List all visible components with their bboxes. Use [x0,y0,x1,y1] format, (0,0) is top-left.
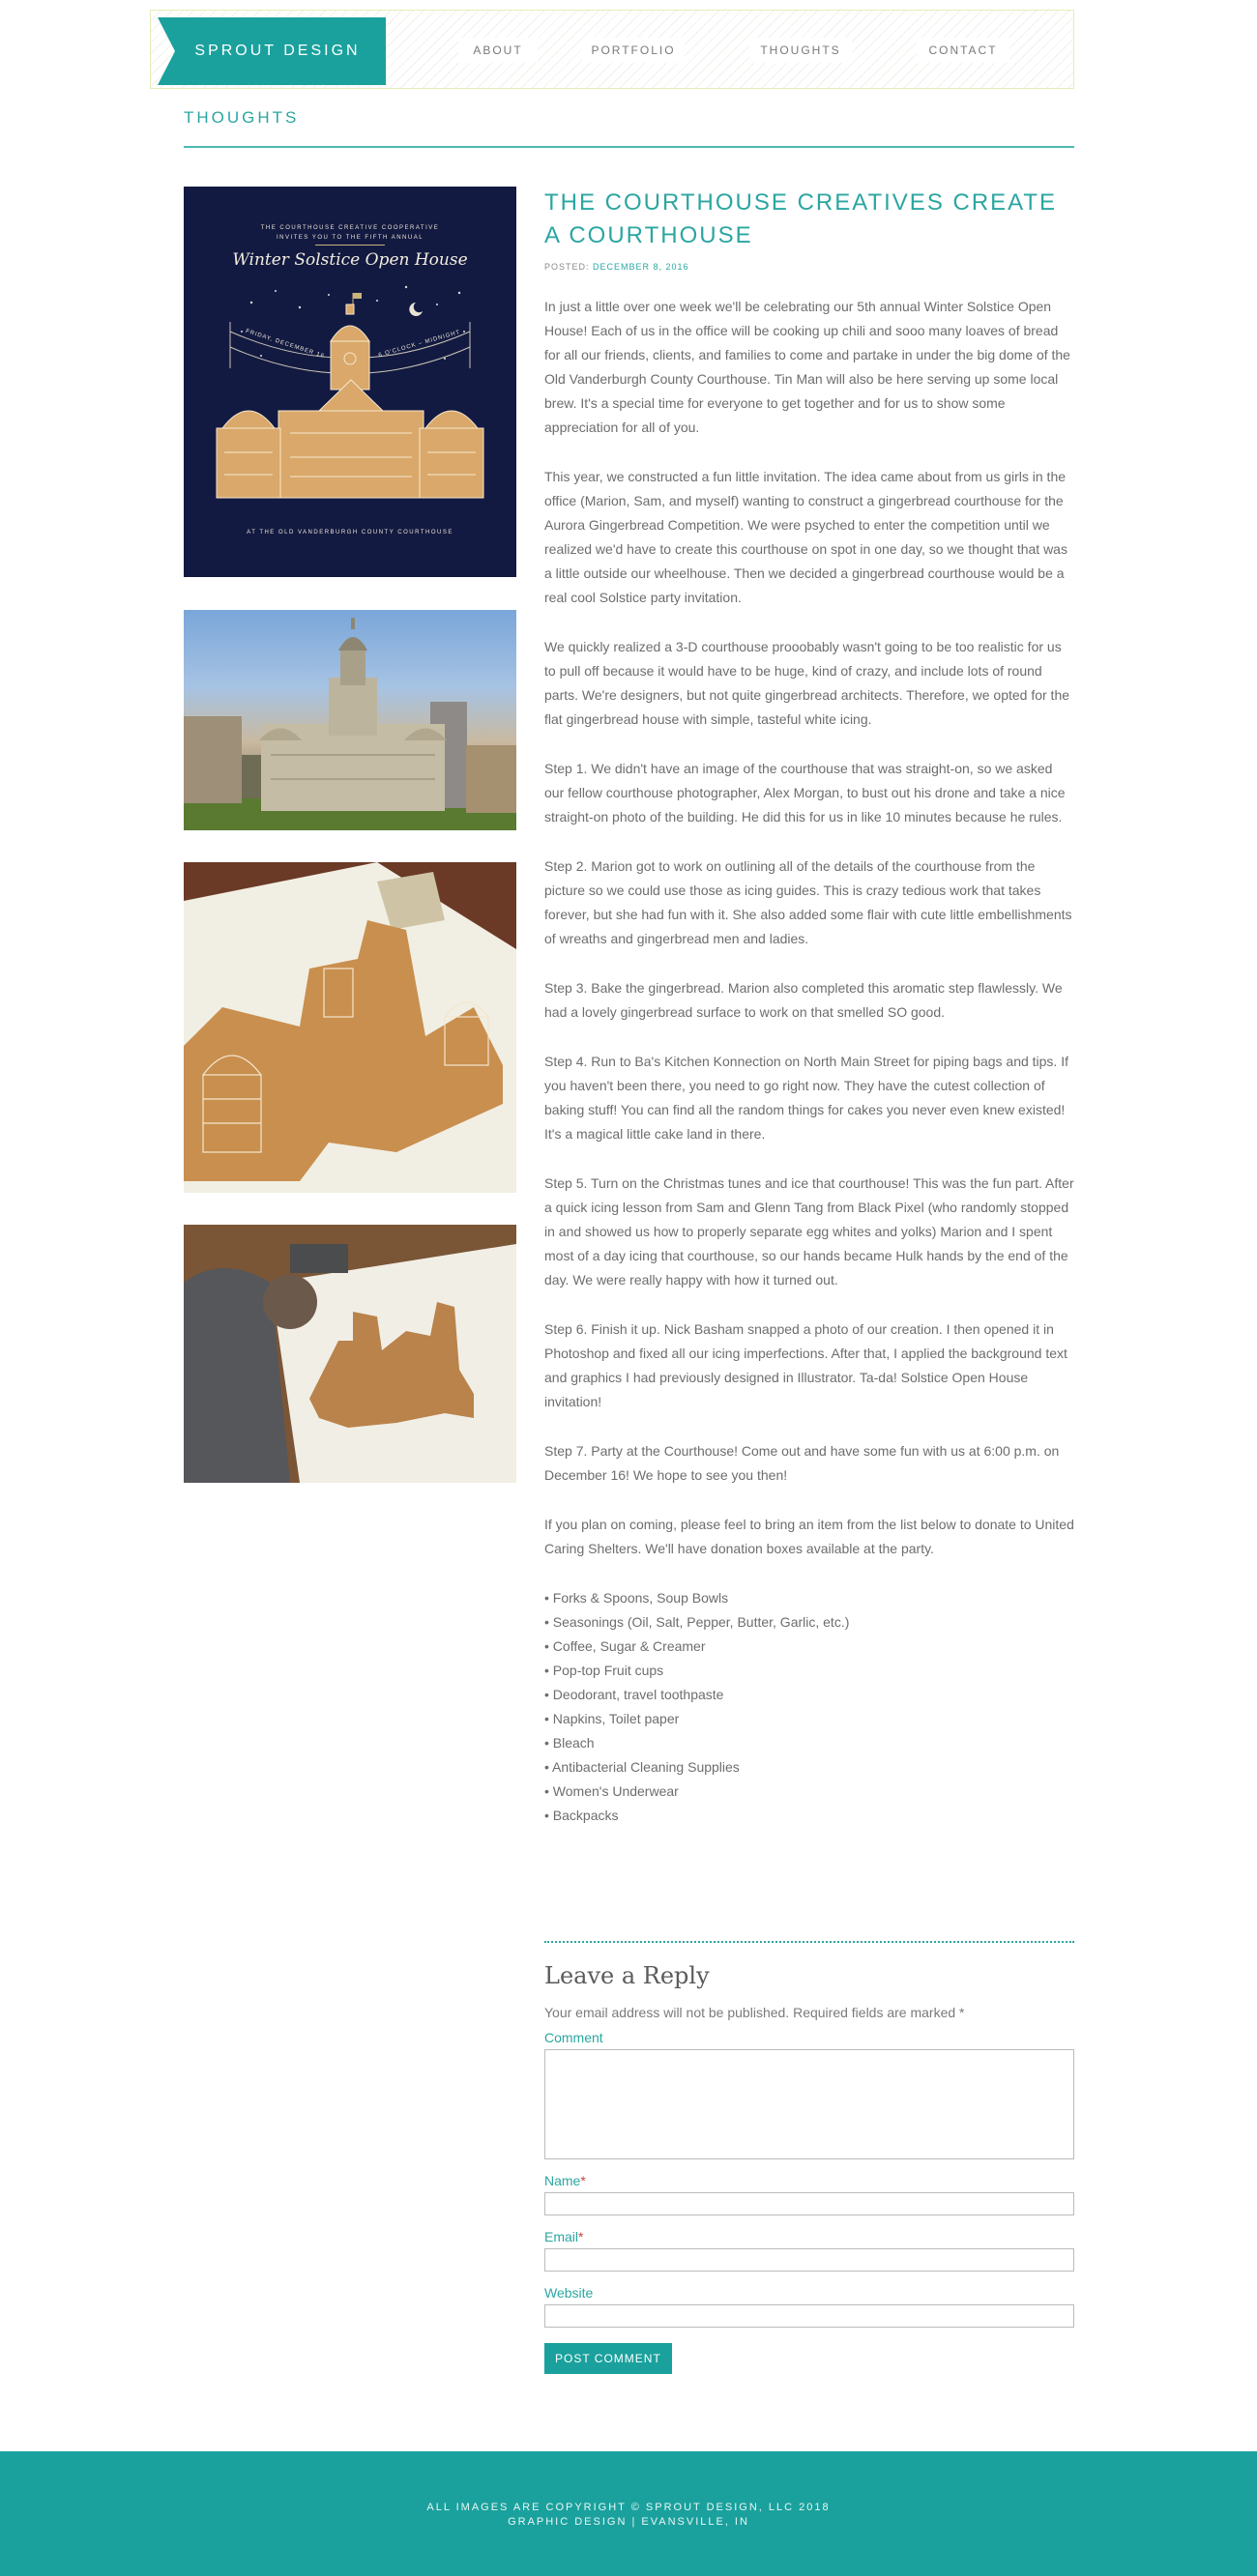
donation-list: • Forks & Spoons, Soup Bowls • Seasoning… [544,1586,1074,1828]
reply-divider [544,1941,1074,1943]
email-label: Email* [544,2229,1074,2244]
post-title[interactable]: THE COURTHOUSE CREATIVES CREATE A COURTH… [544,187,1074,252]
donation-item: • Backpacks [544,1808,619,1823]
website-label: Website [544,2285,594,2301]
donation-item: • Women's Underwear [544,1783,679,1799]
comment-textarea[interactable] [544,2049,1074,2159]
donation-item: • Pop-top Fruit cups [544,1663,664,1678]
required-mark: * [580,2173,586,2188]
icing-photo-illustration [184,1244,516,1483]
comment-label: Comment [544,2030,603,2045]
nav-contact[interactable]: CONTACT [917,38,1009,63]
invitation-poster-image: THE COURTHOUSE CREATIVE COOPERATIVE INVI… [184,187,516,577]
nav-portfolio[interactable]: PORTFOLIO [582,38,685,63]
donation-item: • Seasonings (Oil, Salt, Pepper, Butter,… [544,1614,850,1630]
courthouse-drone-photo [184,610,516,830]
footer-copyright: ALL IMAGES ARE COPYRIGHT © SPROUT DESIGN… [426,2502,831,2513]
donation-item: • Coffee, Sugar & Creamer [544,1638,706,1654]
donation-item: • Deodorant, travel toothpaste [544,1687,724,1702]
section-title: THOUGHTS [184,108,300,127]
post-paragraph: This year, we constructed a fun little i… [544,469,1067,605]
site-logo[interactable]: SPROUT DESIGN [158,17,386,85]
site-footer: ALL IMAGES ARE COPYRIGHT © SPROUT DESIGN… [0,2451,1257,2576]
name-input[interactable] [544,2192,1074,2215]
post-paragraph: Step 5. Turn on the Christmas tunes and … [544,1175,1074,1288]
site-header: SPROUT DESIGN ABOUT PORTFOLIO THOUGHTS C… [150,10,1074,89]
name-label-text: Name [544,2173,581,2188]
required-mark: * [578,2229,584,2244]
post-paragraph: Step 1. We didn't have an image of the c… [544,761,1066,825]
post-paragraph: Step 4. Run to Ba's Kitchen Konnection o… [544,1054,1068,1142]
donation-item: • Bleach [544,1735,595,1751]
post-paragraph: If you plan on coming, please feel to br… [544,1517,1074,1556]
email-label-text: Email [544,2229,579,2244]
posted-label: POSTED: [544,262,590,272]
gingerbread-photo-illustration [184,862,516,1193]
nav-thoughts[interactable]: THOUGHTS [749,38,852,63]
footer-location: GRAPHIC DESIGN | EVANSVILLE, IN [508,2516,749,2528]
post-comment-button[interactable]: POST COMMENT [544,2343,672,2374]
post-paragraph: Step 7. Party at the Courthouse! Come ou… [544,1443,1060,1483]
donation-item: • Antibacterial Cleaning Supplies [544,1759,740,1775]
reply-title: Leave a Reply [544,1962,710,1989]
reply-form: Leave a Reply Your email address will no… [544,1962,1074,2374]
icing-courthouse-photo [184,1225,516,1483]
donation-item: • Napkins, Toilet paper [544,1711,680,1726]
post-paragraph: Step 3. Bake the gingerbread. Marion als… [544,980,1063,1020]
gingerbread-baking-photo [184,862,516,1193]
name-label: Name* [544,2173,1074,2188]
post-meta: POSTED: DECEMBER 8, 2016 [544,262,1074,272]
courthouse-photo-illustration [184,618,516,830]
website-input[interactable] [544,2304,1074,2328]
donation-item: • Forks & Spoons, Soup Bowls [544,1590,729,1606]
blog-post: THE COURTHOUSE CREATIVES CREATE A COURTH… [544,187,1074,1828]
post-paragraph: In just a little over one week we'll be … [544,299,1070,435]
post-paragraph: Step 6. Finish it up. Nick Basham snappe… [544,1321,1067,1409]
post-body: In just a little over one week we'll be … [544,295,1074,1828]
post-date[interactable]: DECEMBER 8, 2016 [593,262,689,272]
poster-bottom-line: AT THE OLD VANDERBURGH COUNTY COURTHOUSE [247,530,453,535]
nav-about[interactable]: ABOUT [458,38,538,63]
reply-note: Your email address will not be published… [544,2005,965,2020]
post-paragraph: We quickly realized a 3-D courthouse pro… [544,639,1070,727]
post-paragraph: Step 2. Marion got to work on outlining … [544,858,1072,946]
email-input[interactable] [544,2248,1074,2272]
gingerbread-courthouse-illustration [216,285,484,499]
section-divider [184,146,1074,148]
